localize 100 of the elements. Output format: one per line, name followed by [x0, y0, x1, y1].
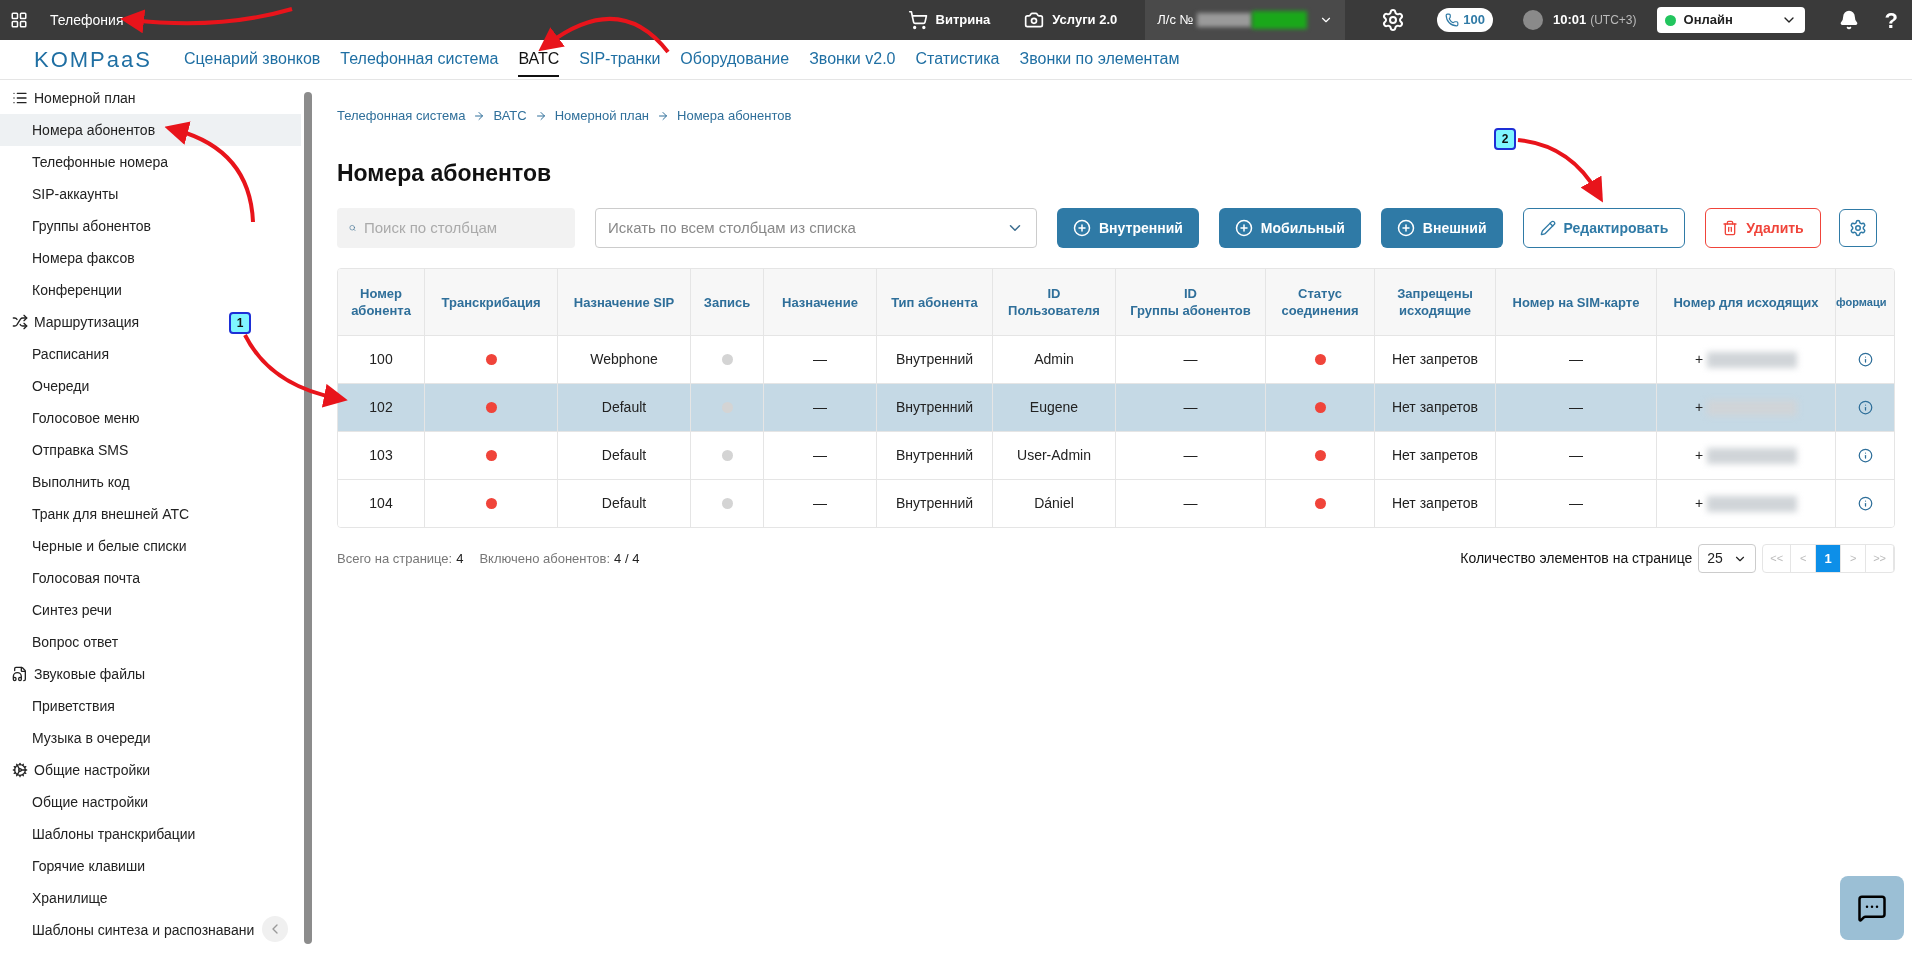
table-cell-text: 103	[369, 446, 393, 465]
sidebar-item[interactable]: Приветствия	[0, 690, 301, 722]
settings-button[interactable]	[1838, 209, 1877, 247]
nav-tab[interactable]: Звонки v2.0	[809, 42, 896, 77]
column-search-field[interactable]: Поиск по столбцам	[364, 216, 563, 240]
table-cell-text: —	[1569, 446, 1583, 465]
per-page-select[interactable]: 25	[1698, 544, 1757, 573]
apps-icon[interactable]	[10, 11, 28, 29]
table-row[interactable]: 102 Default — Внутренний Eugene — Нет запретов — +	[338, 383, 1894, 431]
info-icon[interactable]	[1858, 400, 1873, 415]
sidebar-item[interactable]: Черные и белые списки	[0, 530, 301, 562]
add-button[interactable]: Внешний	[1380, 208, 1503, 248]
storefront-link[interactable]: Витрина	[935, 10, 991, 30]
sidebar-item[interactable]: Шаблоны транскрибации	[0, 818, 301, 850]
callout-badge: 1	[229, 312, 251, 334]
sidebar-item[interactable]: Музыка в очереди	[0, 722, 301, 754]
list-icon	[12, 90, 28, 106]
breadcrumb[interactable]: Телефонная система	[337, 106, 466, 126]
status-select[interactable]: Онлайн	[1656, 7, 1805, 33]
chat-button[interactable]	[1840, 876, 1904, 940]
blurred-account	[1197, 13, 1253, 27]
sidebar-item[interactable]: Номера факсов	[0, 242, 301, 274]
table-cell-text: Внутренний	[895, 446, 974, 465]
edit-button[interactable]: Редактировать	[1522, 208, 1686, 248]
sidebar-item[interactable]: Голосовое меню	[0, 402, 301, 434]
breadcrumb[interactable]: Номерной план	[554, 106, 650, 126]
help-button[interactable]: ?	[1884, 3, 1898, 37]
table-cell-text: 104	[369, 494, 393, 513]
column-search-box[interactable]: Поиск по столбцам	[337, 208, 575, 248]
sidebar-item[interactable]: Конференции	[0, 274, 301, 306]
sidebar-item[interactable]: Вопрос ответ	[0, 626, 301, 658]
sidebar-item[interactable]: Группы абонентов	[0, 210, 301, 242]
per-page-label: Количество элементов на странице	[1460, 549, 1693, 568]
nav-tab[interactable]: Звонки по элементам	[1019, 42, 1180, 77]
column-header: Назначение SIP	[572, 293, 676, 311]
sidebar-section[interactable]: Звуковые файлы	[34, 663, 146, 685]
sidebar-item[interactable]: Хранилище	[0, 882, 301, 914]
nav-tab[interactable]: Оборудование	[680, 42, 790, 77]
callout-badge: 2	[1494, 128, 1516, 150]
nav-tab[interactable]: Телефонная система	[340, 42, 499, 77]
table-row[interactable]: 100 Webphone — Внутренний Admin — Нет запретов — +	[338, 335, 1894, 383]
table-cell-text: —	[1569, 398, 1583, 417]
arrow-right-icon	[657, 109, 670, 122]
add-button[interactable]: Внутренний	[1057, 208, 1199, 248]
table-cell-text: Внутренний	[895, 398, 974, 417]
info-icon[interactable]	[1858, 496, 1873, 511]
column-header: ID Пользователя	[1007, 285, 1101, 319]
plus-icon	[1234, 219, 1253, 237]
sidebar-item[interactable]: Расписания	[0, 338, 301, 370]
page-title: Номера абонентов	[337, 158, 552, 188]
table-row[interactable]: 104 Default — Внутренний Dániel — Нет запретов — +	[338, 479, 1894, 527]
table-cell-text: —	[813, 446, 827, 465]
arrow-right-icon	[473, 109, 486, 122]
trash-icon	[1722, 220, 1739, 236]
nav-tab[interactable]: Статистика	[915, 42, 1000, 77]
sidebar-item[interactable]: Шаблоны синтеза и распознавани	[0, 914, 301, 946]
sidebar-section[interactable]: Общие настройки	[34, 759, 151, 781]
sidebar-item[interactable]: Телефонные номера	[0, 146, 301, 178]
scrollbar[interactable]	[304, 92, 312, 944]
route-icon	[12, 314, 28, 330]
avatar[interactable]	[1522, 10, 1543, 30]
info-icon[interactable]	[1858, 352, 1873, 367]
breadcrumb[interactable]: ВАТС	[493, 106, 527, 126]
breadcrumb[interactable]: Номера абонентов	[677, 106, 792, 126]
sidebar-item[interactable]: Отправка SMS	[0, 434, 301, 466]
table-cell-text: +	[1694, 446, 1704, 465]
table-cell-text: +	[1694, 494, 1704, 513]
sidebar-item[interactable]: Горячие клавиши	[0, 850, 301, 882]
logo: KOMPaaS	[34, 46, 152, 74]
phone-badge[interactable]: 100	[1437, 8, 1493, 32]
sidebar-item[interactable]: Голосовая почта	[0, 562, 301, 594]
services-link[interactable]: Услуги 2.0	[1052, 10, 1118, 30]
table-cell-text: Default	[601, 494, 647, 513]
sidebar-item[interactable]: SIP-аккаунты	[0, 178, 301, 210]
column-header: Тип абонента	[890, 293, 979, 311]
sidebar-item[interactable]: Синтез речи	[0, 594, 301, 626]
sidebar-item[interactable]: Общие настройки	[0, 786, 301, 818]
all-columns-search-box[interactable]: Искать по всем столбцам из списка	[595, 208, 1037, 248]
timezone: (UTC+3)	[1590, 12, 1637, 29]
settings-icon[interactable]	[1381, 8, 1406, 32]
table-cell-text: —	[813, 350, 827, 369]
add-button[interactable]: Мобильный	[1218, 208, 1361, 248]
sidebar-section[interactable]: Маршрутизация	[34, 311, 140, 333]
nav-tab[interactable]: Сценарий звонков	[183, 42, 321, 77]
sidebar-item[interactable]: Транк для внешней АТС	[0, 498, 301, 530]
info-icon[interactable]	[1858, 448, 1873, 463]
sidebar-item[interactable]: Выполнить код	[0, 466, 301, 498]
nav-tab[interactable]: ВАТС	[518, 42, 560, 77]
nav-tab[interactable]: SIP-транки	[579, 42, 661, 77]
column-header: Транскрибация	[440, 293, 542, 311]
sidebar-item[interactable]: Номера абонентов	[0, 114, 301, 146]
table-row[interactable]: 103 Default — Внутренний User-Admin — Нет запретов — +	[338, 431, 1894, 479]
sidebar-item[interactable]: Очереди	[0, 370, 301, 402]
sidebar-section[interactable]: Номерной план	[34, 87, 136, 109]
delete-button[interactable]: Удалить	[1705, 208, 1821, 248]
account-dropdown[interactable]: Л/с №	[1145, 0, 1346, 40]
all-columns-search-field[interactable]: Искать по всем столбцам из списка	[608, 216, 1006, 240]
enabled-count: 4 / 4	[614, 549, 640, 568]
column-header: Запрещены исходящие	[1396, 285, 1474, 319]
bell-icon[interactable]	[1838, 10, 1859, 30]
